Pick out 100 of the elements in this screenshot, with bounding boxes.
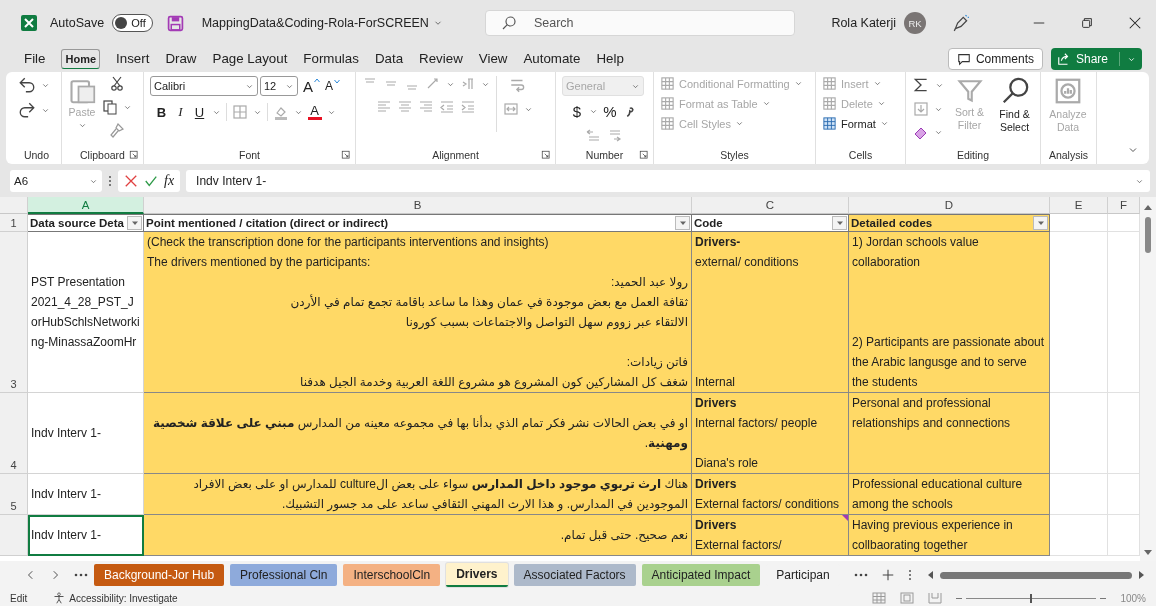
column-header[interactable]: E <box>1050 197 1108 214</box>
row-header[interactable]: 1 <box>0 214 28 232</box>
user-avatar[interactable]: RK <box>904 12 926 34</box>
cut-icon[interactable] <box>109 76 125 92</box>
column-header[interactable]: B <box>144 197 692 214</box>
caret-icon <box>130 219 139 227</box>
more-sheets-icon[interactable] <box>853 573 868 577</box>
increase-indent-icon[interactable] <box>460 99 476 115</box>
normal-view-icon[interactable] <box>872 592 887 604</box>
italic-button[interactable]: I <box>173 104 188 120</box>
menu-tab[interactable]: File <box>24 46 46 72</box>
dialog-launcher-icon[interactable] <box>541 150 551 160</box>
menu-tab[interactable]: Page Layout <box>212 46 288 72</box>
bold-button[interactable]: B <box>154 104 169 120</box>
redo-icon[interactable] <box>18 101 36 119</box>
menu-tab[interactable]: Review <box>419 46 463 72</box>
comments-button[interactable]: Comments <box>947 48 1043 70</box>
more-options-icon[interactable] <box>108 175 112 187</box>
currency-button[interactable]: $ <box>570 103 584 120</box>
dialog-launcher-icon[interactable] <box>129 150 139 160</box>
pen-icon[interactable] <box>952 14 970 32</box>
search-field[interactable]: Search <box>484 10 795 36</box>
copy-icon[interactable] <box>102 99 118 115</box>
add-sheet-icon[interactable] <box>881 569 894 581</box>
find-select-button[interactable]: Find & Select <box>995 76 1034 135</box>
font-name-dropdown[interactable]: Calibri <box>150 76 258 96</box>
sum-icon[interactable] <box>912 76 930 94</box>
increase-decimal-icon[interactable] <box>584 127 601 143</box>
percent-button[interactable]: % <box>603 103 617 120</box>
restore-icon[interactable] <box>1080 16 1094 30</box>
file-name-button[interactable]: MappingData&Coding-Rola-ForSCREEN <box>201 16 443 30</box>
menu-tab[interactable]: Draw <box>165 46 197 72</box>
share-button[interactable]: Share <box>1050 48 1142 70</box>
enter-icon[interactable] <box>144 174 158 188</box>
column-title: Data source Deta <box>30 217 124 229</box>
scroll-thumb[interactable] <box>939 571 1132 579</box>
merge-cells-icon[interactable] <box>503 101 519 117</box>
text-direction-icon[interactable] <box>460 76 476 92</box>
more-sheets-icon[interactable] <box>74 573 88 577</box>
sheet-tab[interactable]: Drivers <box>446 563 508 587</box>
underline-button[interactable]: U <box>192 104 207 120</box>
filter-button[interactable] <box>832 216 847 230</box>
zoom-slider[interactable] <box>956 593 1107 603</box>
menu-tab[interactable]: View <box>478 46 508 72</box>
format-painter-icon[interactable] <box>109 122 125 138</box>
cell-text: Diana's role <box>695 455 759 472</box>
sheet-tab[interactable]: Professional Cln <box>230 564 338 586</box>
insert-function-button[interactable]: fx <box>164 173 175 189</box>
autosave-toggle[interactable]: Off <box>112 14 153 32</box>
menu-tab[interactable]: Data <box>374 46 404 72</box>
sheet-tab[interactable]: Associated Factors <box>513 564 636 586</box>
save-icon[interactable] <box>166 14 184 32</box>
cell-text: Personal and professional relationships and connections <box>852 395 1012 432</box>
dialog-launcher-icon[interactable] <box>341 150 351 160</box>
scroll-up-icon[interactable] <box>1143 203 1153 211</box>
name-box[interactable]: A6 <box>10 170 102 192</box>
column-header[interactable]: A <box>28 197 144 214</box>
undo-icon[interactable] <box>18 76 36 94</box>
row-header[interactable]: 5 <box>0 474 28 515</box>
scroll-right-icon[interactable] <box>1138 570 1146 580</box>
scroll-down-icon[interactable] <box>1143 549 1153 557</box>
zoom-thumb[interactable] <box>1030 593 1033 603</box>
menu-tab[interactable]: Formulas <box>303 46 359 72</box>
accessibility-button[interactable]: Accessibility: Investigate <box>53 592 178 604</box>
options-icon[interactable] <box>907 569 912 581</box>
scroll-thumb[interactable] <box>1145 217 1151 253</box>
column-header[interactable]: F <box>1108 197 1140 214</box>
menu-tab[interactable]: Insert <box>116 46 150 72</box>
column-header[interactable]: C <box>692 197 849 214</box>
close-icon[interactable] <box>1128 16 1142 30</box>
autosave-label: AutoSave <box>50 16 105 30</box>
row-header[interactable]: 3 <box>0 232 28 393</box>
fill-down-icon[interactable] <box>913 101 929 117</box>
next-sheet-icon[interactable] <box>50 570 60 580</box>
decrease-font-size-button[interactable]: A <box>325 79 341 93</box>
filter-button[interactable] <box>127 216 142 230</box>
column-header[interactable]: D <box>849 197 1050 214</box>
sheet-tab[interactable]: InterschoolCln <box>343 564 441 586</box>
sheet-tab[interactable]: Background-Jor Hub <box>94 564 225 586</box>
cell-text: 2) Participants are passionate about the Arabic langusge and to serve the students <box>852 334 1046 391</box>
increase-font-size-button[interactable]: A <box>303 77 320 95</box>
menu-tab[interactable]: Automate <box>523 46 581 72</box>
filter-button[interactable] <box>1033 216 1048 230</box>
menu-tab[interactable]: Home <box>61 49 101 69</box>
cells-menu-button[interactable]: Format <box>822 116 889 131</box>
decrease-indent-icon[interactable] <box>439 99 455 115</box>
row-header[interactable]: 4 <box>0 393 28 474</box>
vertical-scrollbar[interactable] <box>1140 197 1156 561</box>
formula-field[interactable]: Indv Interv 1- <box>186 170 1150 192</box>
borders-icon[interactable] <box>231 104 248 120</box>
previous-sheet-icon[interactable] <box>26 570 36 580</box>
sheet-tab[interactable]: Anticipated Impact <box>641 564 761 586</box>
filter-button[interactable] <box>675 216 690 230</box>
zoom-level: 100% <box>1120 592 1146 604</box>
cancel-icon[interactable] <box>124 174 138 188</box>
dialog-launcher-icon[interactable] <box>639 150 649 160</box>
page-layout-icon[interactable] <box>900 592 915 604</box>
font-size-dropdown[interactable]: 12 <box>260 76 298 96</box>
font-color-button[interactable]: A <box>307 104 322 120</box>
menu-tab[interactable]: Help <box>596 46 624 72</box>
